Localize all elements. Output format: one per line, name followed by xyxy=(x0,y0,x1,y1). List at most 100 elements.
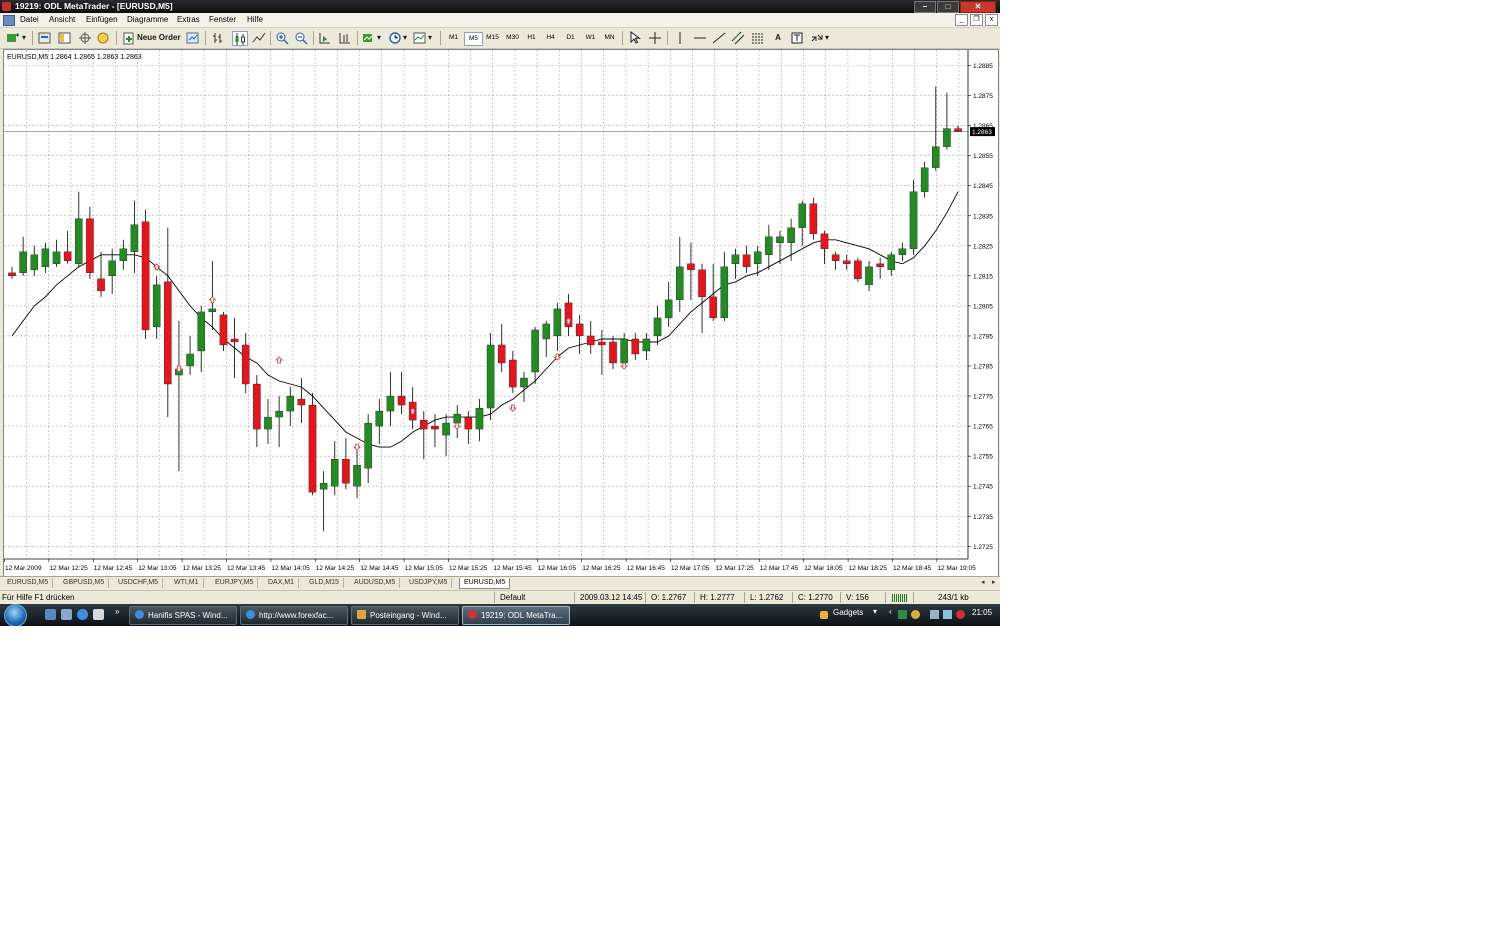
chart-tab-usdjpy-m5[interactable]: USDJPY,M5 xyxy=(405,578,453,588)
chart-canvas[interactable]: 1.28851.28751.28651.28551.28451.28351.28… xyxy=(4,50,998,576)
text-tool-icon[interactable]: A xyxy=(771,31,785,45)
zoom-out-icon[interactable] xyxy=(294,31,308,45)
chart-tab-eurusd-m5[interactable]: EURUSD,M5 xyxy=(459,578,511,589)
mail-icon[interactable] xyxy=(93,609,104,620)
vertical-line-icon[interactable] xyxy=(673,31,687,45)
maximize-button[interactable]: □ xyxy=(937,1,959,13)
timeframe-m5[interactable]: M5 xyxy=(464,32,483,46)
network-icon[interactable] xyxy=(898,610,907,619)
taskbar-item-metatrader[interactable]: 19219: ODL MetaTra... xyxy=(462,606,570,625)
menu-datei[interactable]: Datei xyxy=(20,15,39,24)
zoom-in-icon[interactable] xyxy=(275,31,289,45)
candlestick-icon[interactable] xyxy=(232,31,248,46)
candle-body xyxy=(152,284,161,328)
timeframe-h4[interactable]: H4 xyxy=(542,32,559,44)
chart-tab-dax-m1[interactable]: DAX,M1 xyxy=(264,578,300,588)
taskbar-item-mail[interactable]: Posteingang - Wind... xyxy=(351,606,459,625)
switch-windows-icon[interactable] xyxy=(61,609,72,620)
timeframe-m1[interactable]: M1 xyxy=(445,32,462,44)
chart-tab-usdchf-m5[interactable]: USDCHF,M5 xyxy=(114,578,164,588)
bar-chart-icon[interactable] xyxy=(212,31,226,45)
timeframe-h1[interactable]: H1 xyxy=(523,32,540,44)
tab-scroll-left-icon[interactable]: ◂ xyxy=(977,578,989,588)
cursor-icon[interactable] xyxy=(628,31,642,45)
expert-advisors-icon[interactable] xyxy=(96,31,110,45)
menu-diagramme[interactable]: Diagramme xyxy=(127,15,168,24)
y-tick-label: 1.2775 xyxy=(973,394,993,401)
timeframe-d1[interactable]: D1 xyxy=(562,32,579,44)
taskbar-item-spas[interactable]: Hanifis SPAS - Wind... xyxy=(129,606,237,625)
mdi-restore-button[interactable]: ❐ xyxy=(970,14,983,26)
menu-hilfe[interactable]: Hilfe xyxy=(247,15,263,24)
chart-tab-wti-m1[interactable]: WTI,M1 xyxy=(170,578,204,588)
market-watch-icon[interactable] xyxy=(38,31,52,45)
x-tick-label: 12 Mar 17:45 xyxy=(760,565,799,572)
templates-dropdown-arrow-icon[interactable]: ▾ xyxy=(426,31,434,45)
new-order-icon[interactable] xyxy=(122,31,136,45)
timeframe-m15[interactable]: M15 xyxy=(484,32,501,44)
periods-dropdown-arrow-icon[interactable]: ▾ xyxy=(401,31,409,45)
status-help-text: Für Hilfe F1 drücken xyxy=(2,593,75,602)
crosshair-move-icon[interactable] xyxy=(78,31,92,45)
auto-scroll-icon[interactable] xyxy=(318,31,332,45)
chart-shift-icon[interactable] xyxy=(338,31,352,45)
horizontal-line-icon[interactable] xyxy=(693,31,707,45)
internet-explorer-icon[interactable] xyxy=(77,609,88,620)
candle-body xyxy=(520,377,528,388)
new-order-button[interactable]: Neue Order xyxy=(137,31,181,45)
mdi-close-button[interactable]: x xyxy=(985,14,998,26)
menu-fenster[interactable]: Fenster xyxy=(209,15,236,24)
gadgets-dropdown-icon[interactable]: ▾ xyxy=(873,607,877,616)
candle-body xyxy=(854,260,862,280)
mdi-minimize-button[interactable]: _ xyxy=(955,14,968,26)
menu-extras[interactable]: Extras xyxy=(177,15,200,24)
line-chart-icon[interactable] xyxy=(252,31,266,45)
taskbar-item-forexfactory[interactable]: http://www.forexfac... xyxy=(240,606,348,625)
trendline-icon[interactable] xyxy=(712,31,726,45)
close-button[interactable]: ✕ xyxy=(960,1,996,13)
indicators-icon[interactable] xyxy=(362,31,376,45)
equidistant-channel-icon[interactable] xyxy=(731,31,745,45)
arrows-icon[interactable] xyxy=(810,31,824,45)
chart-tab-audusd-m5[interactable]: AUDUSD,M5 xyxy=(350,578,401,588)
candle xyxy=(264,399,272,445)
history-center-icon[interactable] xyxy=(186,31,200,45)
gadgets-button[interactable]: Gadgets xyxy=(833,608,863,617)
timeframe-m30[interactable]: M30 xyxy=(504,32,521,44)
fibonacci-icon[interactable] xyxy=(751,31,765,45)
volume-icon[interactable] xyxy=(956,610,965,619)
chart-tab-eurjpy-m5[interactable]: EURJPY,M5 xyxy=(211,578,259,588)
chart-tab-gbpusd-m5[interactable]: GBPUSD,M5 xyxy=(59,578,110,588)
connection-icon[interactable] xyxy=(943,610,952,619)
candle-body xyxy=(809,203,818,234)
indicators-dropdown-arrow-icon[interactable]: ▾ xyxy=(375,31,383,45)
new-chart-icon[interactable] xyxy=(6,31,20,45)
tray-expand-icon[interactable]: ‹ xyxy=(889,607,892,616)
chart-tab-eurusd-m5[interactable]: EURUSD,M5 xyxy=(3,578,54,588)
quicklaunch-more-icon[interactable]: » xyxy=(115,607,119,616)
crosshair-icon[interactable] xyxy=(648,31,662,45)
start-button[interactable] xyxy=(4,604,27,626)
templates-icon[interactable] xyxy=(413,31,427,45)
text-label-icon[interactable] xyxy=(790,31,804,45)
arrows-dropdown-arrow-icon[interactable]: ▾ xyxy=(823,31,831,45)
clock[interactable]: 21:05 xyxy=(972,608,992,617)
periods-clock-icon[interactable] xyxy=(388,31,402,45)
candle xyxy=(386,372,395,427)
candle xyxy=(564,293,573,336)
menu-ansicht[interactable]: Ansicht xyxy=(49,15,75,24)
menu-einfuegen[interactable]: Einfügen xyxy=(86,15,118,24)
price-chart[interactable]: 1.2885 1.2875 1.2865 1.2855 1.2845 1.2835 1.28… xyxy=(3,49,999,577)
dropdown-arrow-icon[interactable]: ▾ xyxy=(20,31,28,45)
timeframe-mn[interactable]: MN xyxy=(601,32,618,44)
chart-tab-gld-m15[interactable]: GLD,M15 xyxy=(305,578,344,588)
show-desktop-icon[interactable] xyxy=(45,609,56,620)
minimize-button[interactable]: – xyxy=(914,1,936,13)
security-icon[interactable] xyxy=(911,610,920,619)
chart-window-icon[interactable] xyxy=(3,15,15,26)
navigator-icon[interactable] xyxy=(58,31,72,45)
battery-icon[interactable] xyxy=(930,610,939,619)
candle xyxy=(464,411,473,445)
timeframe-w1[interactable]: W1 xyxy=(582,32,599,44)
tab-scroll-right-icon[interactable]: ▸ xyxy=(988,578,1000,588)
